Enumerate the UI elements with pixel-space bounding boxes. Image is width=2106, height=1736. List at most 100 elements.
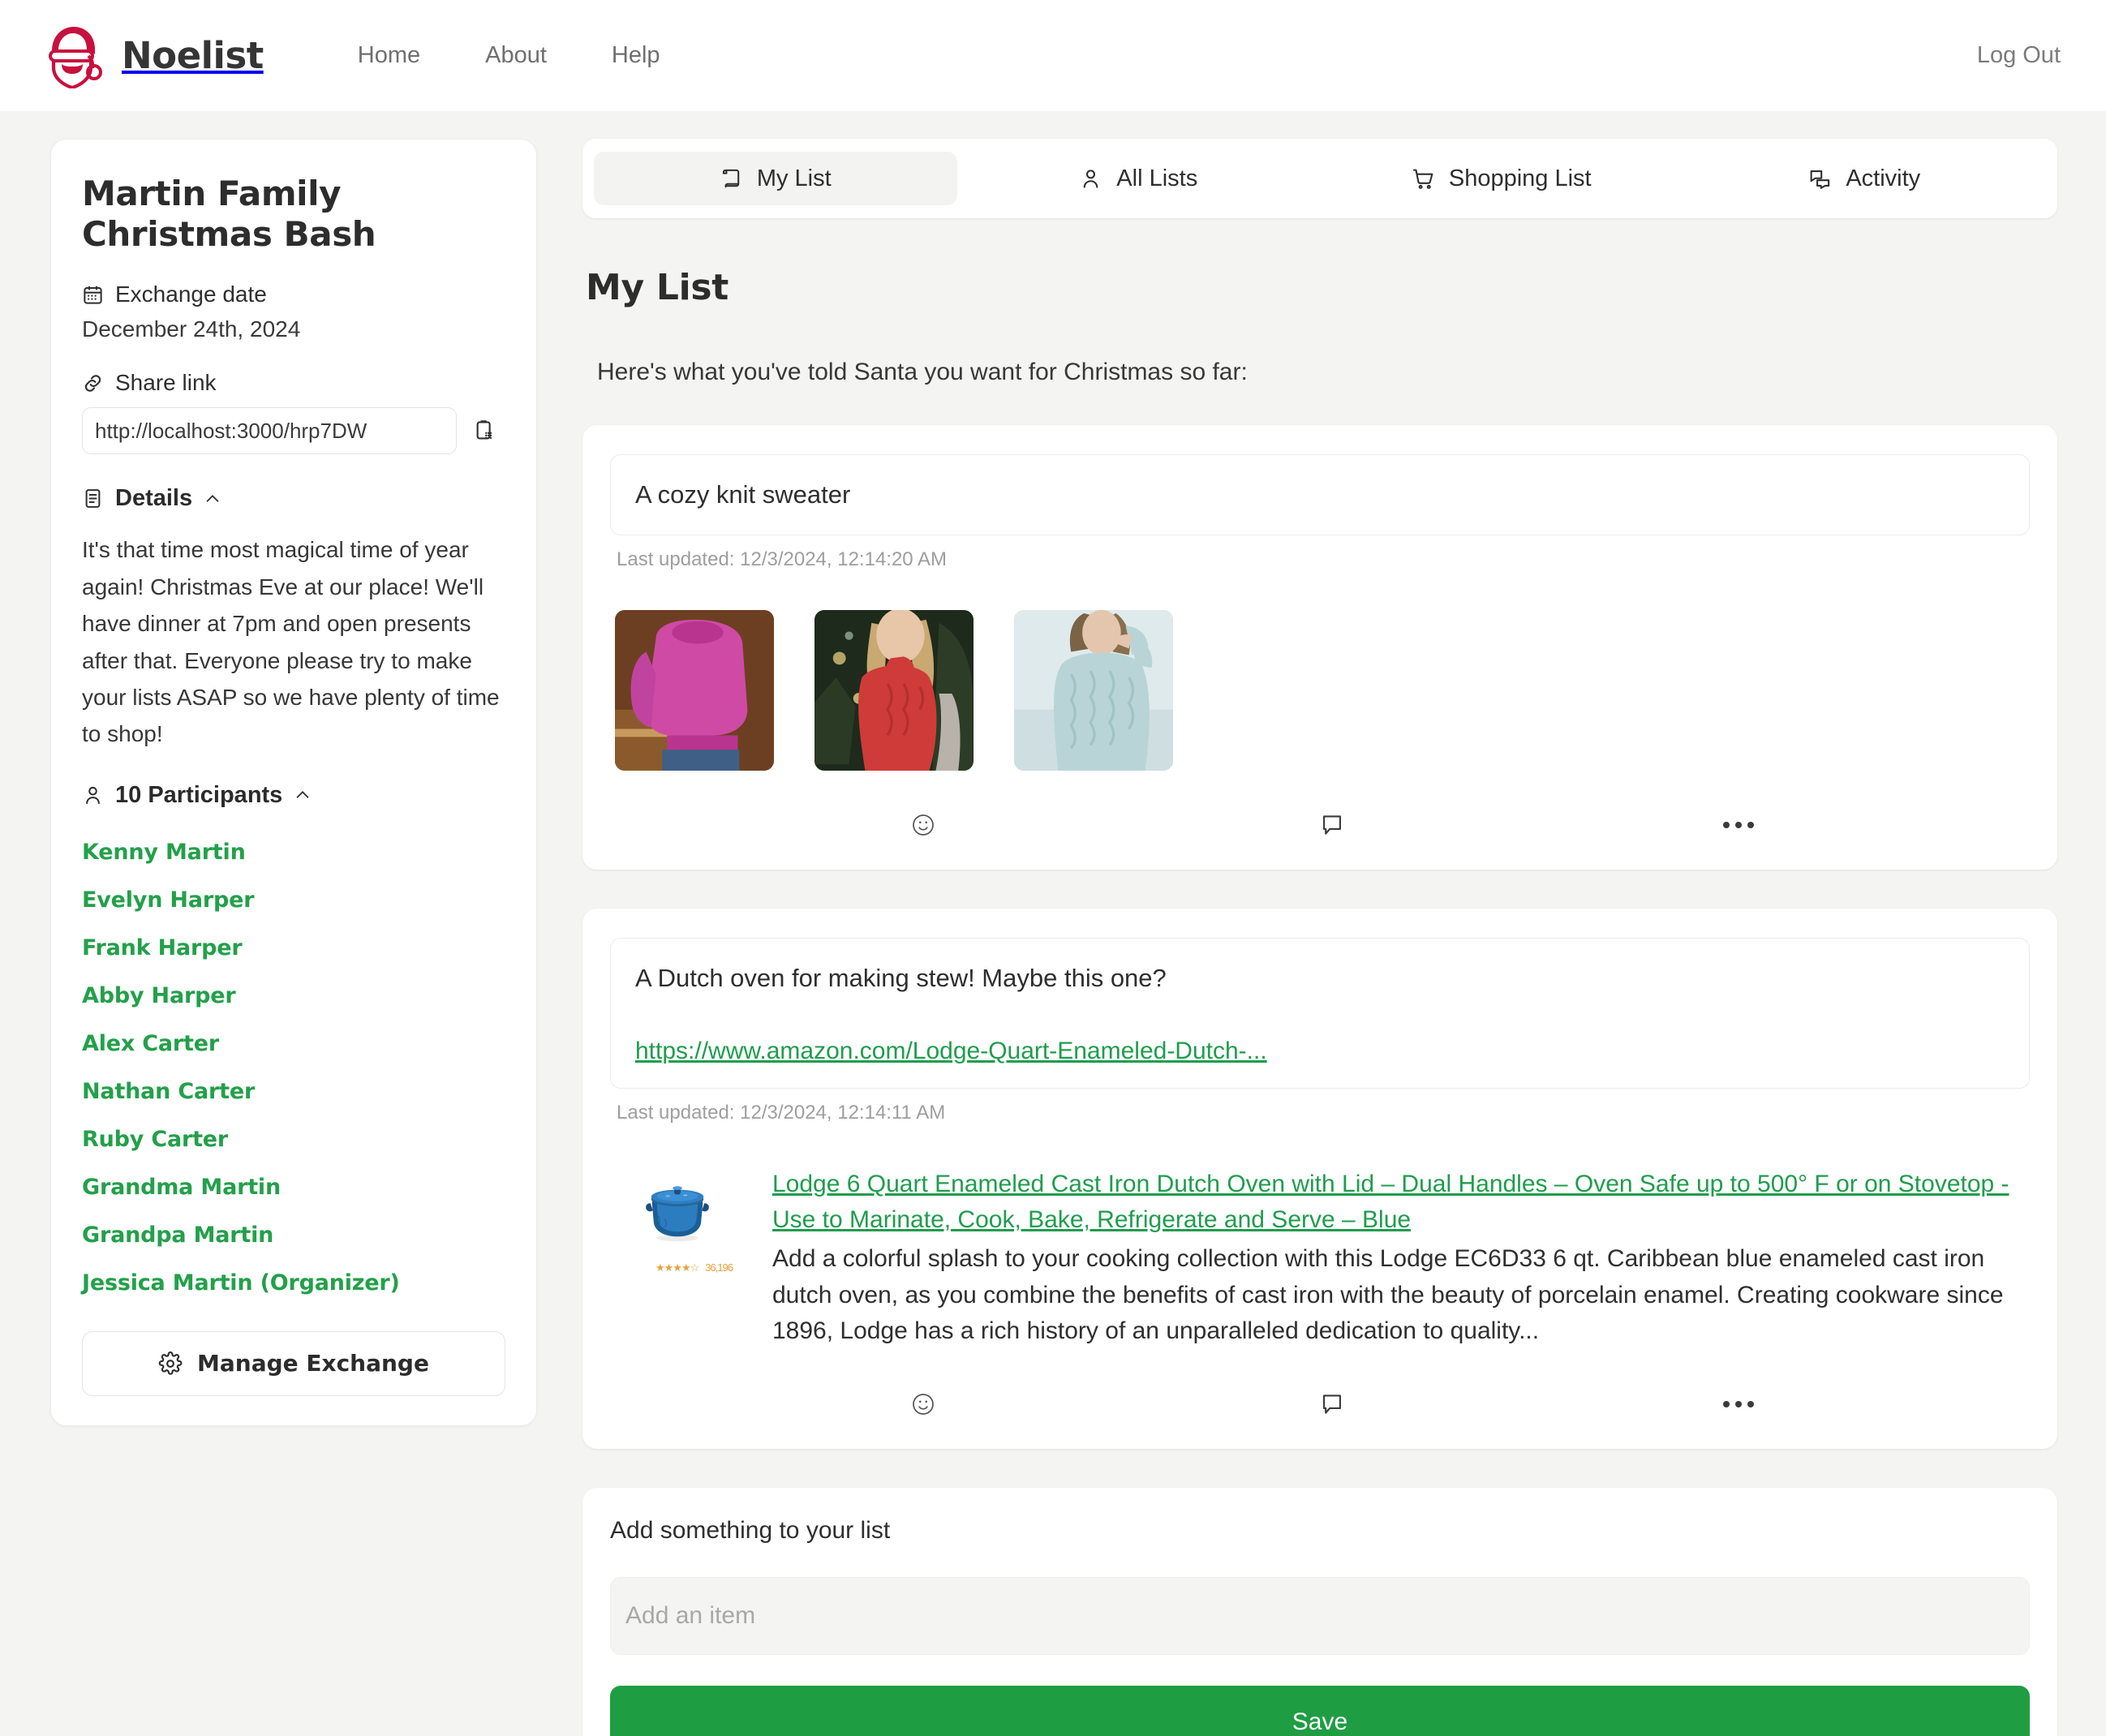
item-image[interactable]: [1014, 609, 1173, 771]
clipboard-icon: [473, 419, 497, 443]
copy-link-button[interactable]: [470, 415, 501, 446]
chevron-up-icon: [294, 786, 312, 804]
list-item[interactable]: Ruby Carter: [82, 1115, 505, 1163]
tab-label: Shopping List: [1448, 165, 1592, 191]
gear-icon: [158, 1351, 183, 1376]
manage-exchange-label: Manage Exchange: [197, 1350, 429, 1377]
list-item[interactable]: Evelyn Harper: [82, 876, 505, 924]
preview-body: Lodge 6 Quart Enameled Cast Iron Dutch O…: [772, 1167, 2030, 1350]
shopping-cart-icon: [1412, 167, 1435, 191]
add-item-label: Add something to your list: [610, 1516, 891, 1544]
main-content: My List All Lists Shopping List Activity…: [582, 139, 2057, 1736]
rating: ★★★★☆ 36,196: [638, 1261, 772, 1274]
preview-thumbnail[interactable]: ★★★★☆ 36,196: [610, 1167, 772, 1350]
comment-bubble-icon: [1318, 811, 1346, 839]
details-text: It's that time most magical time of year…: [82, 537, 500, 747]
list-item-card: A Dutch oven for making stew! Maybe this…: [582, 908, 2057, 1449]
link-preview: ★★★★☆ 36,196 Lodge 6 Quart Enameled Cast…: [610, 1167, 2030, 1350]
item-actions: [610, 811, 2030, 845]
details-section-header[interactable]: Details: [82, 485, 505, 512]
share-link-label: Share link: [115, 370, 217, 396]
list-item[interactable]: Grandma Martin: [82, 1163, 505, 1211]
participants-section-header[interactable]: 10 Participants: [82, 782, 505, 809]
person-icon: [82, 784, 104, 806]
comment-button[interactable]: [1192, 1390, 1473, 1418]
item-actions: [610, 1390, 2030, 1424]
intro-text: Here's what you've told Santa you want f…: [597, 359, 1248, 385]
comment-button[interactable]: [1192, 811, 1473, 839]
chat-bubbles-icon: [1808, 167, 1832, 191]
brand-name: Noelist: [122, 34, 264, 77]
preview-title-link[interactable]: Lodge 6 Quart Enameled Cast Iron Dutch O…: [772, 1167, 2030, 1238]
add-item-card: Add something to your list Add an item S…: [582, 1487, 2057, 1736]
item-text-field[interactable]: A Dutch oven for making stew! Maybe this…: [610, 937, 2030, 1089]
rating-count: 36,196: [705, 1261, 733, 1274]
more-options-button[interactable]: [1472, 1400, 1997, 1407]
nav-link-home[interactable]: Home: [325, 42, 453, 69]
page-title: My List: [586, 267, 729, 308]
primary-nav: Home About Help: [325, 42, 693, 69]
react-button[interactable]: [643, 1391, 1192, 1417]
more-options-button[interactable]: [1472, 821, 1997, 828]
list-item[interactable]: Kenny Martin: [82, 828, 505, 876]
document-icon: [82, 488, 104, 509]
tab-shopping-list[interactable]: Shopping List: [1320, 152, 1683, 205]
comment-bubble-icon: [1318, 1390, 1346, 1418]
item-image-gallery: [615, 609, 2030, 771]
top-navigation-bar: Noelist Home About Help Log Out: [0, 0, 2106, 111]
manage-exchange-button[interactable]: Manage Exchange: [82, 1330, 505, 1396]
item-text: A cozy knit sweater: [635, 480, 851, 509]
nav-link-about[interactable]: About: [453, 42, 579, 69]
item-text: A Dutch oven for making stew! Maybe this…: [635, 963, 1167, 992]
item-image[interactable]: [615, 609, 774, 771]
rating-stars: ★★★★☆: [655, 1261, 699, 1274]
calendar-icon: [82, 284, 104, 306]
exchange-sidebar: Martin Family Christmas Bash Exchange da…: [50, 139, 537, 1426]
list-item-card: A cozy knit sweater Last updated: 12/3/2…: [582, 425, 2057, 870]
list-item[interactable]: Grandpa Martin: [82, 1211, 505, 1259]
santa-hat-face-icon: [42, 24, 105, 88]
list-item[interactable]: Nathan Carter: [82, 1068, 505, 1115]
preview-description: Add a colorful splash to your cooking co…: [772, 1244, 2004, 1345]
chevron-up-icon: [204, 490, 221, 508]
smiley-face-icon: [910, 812, 936, 838]
list-item[interactable]: Jessica Martin (Organizer): [82, 1259, 505, 1307]
exchange-date-label: Exchange date: [115, 281, 267, 307]
tab-all-lists[interactable]: All Lists: [957, 152, 1321, 205]
tab-my-list[interactable]: My List: [594, 152, 957, 205]
tab-label: My List: [756, 165, 832, 191]
details-label: Details: [115, 485, 193, 512]
ellipsis-icon: [1723, 1400, 1755, 1407]
share-link-controls: http://localhost:3000/hrp7DW: [82, 407, 505, 455]
share-link-input[interactable]: http://localhost:3000/hrp7DW: [82, 407, 457, 455]
brand-logo-link[interactable]: Noelist: [42, 24, 264, 88]
last-updated-text: Last updated: 12/3/2024, 12:14:11 AM: [617, 1101, 946, 1124]
ellipsis-icon: [1723, 821, 1755, 828]
tab-label: All Lists: [1116, 165, 1198, 191]
scroll-icon: [720, 167, 743, 191]
item-text-field[interactable]: A cozy knit sweater: [610, 454, 2030, 535]
nav-link-help[interactable]: Help: [579, 42, 693, 69]
add-item-input[interactable]: Add an item: [610, 1576, 2030, 1655]
list-item[interactable]: Alex Carter: [82, 1020, 505, 1068]
logout-link[interactable]: Log Out: [1977, 42, 2061, 69]
react-button[interactable]: [643, 812, 1192, 838]
participants-label: 10 Participants: [115, 781, 283, 808]
page-body: Martin Family Christmas Bash Exchange da…: [0, 111, 2106, 1736]
exchange-date-row: Exchange date: [82, 281, 505, 307]
tab-label: Activity: [1846, 165, 1921, 191]
participants-list: Kenny Martin Evelyn Harper Frank Harper …: [82, 828, 505, 1307]
link-icon: [82, 372, 104, 394]
list-item[interactable]: Frank Harper: [82, 924, 505, 972]
list-item[interactable]: Abby Harper: [82, 972, 505, 1020]
item-url-link[interactable]: https://www.amazon.com/Lodge-Quart-Ename…: [635, 1038, 1267, 1065]
save-button[interactable]: Save: [610, 1685, 2030, 1736]
exchange-title: Martin Family Christmas Bash: [82, 174, 376, 254]
share-link-row: Share link: [82, 370, 505, 396]
tab-activity[interactable]: Activity: [1683, 152, 2047, 205]
smiley-face-icon: [910, 1391, 936, 1417]
exchange-date-value: December 24th, 2024: [82, 316, 301, 342]
tab-bar: My List All Lists Shopping List Activity: [582, 139, 2057, 218]
item-image[interactable]: [814, 609, 973, 771]
person-icon: [1079, 167, 1102, 191]
